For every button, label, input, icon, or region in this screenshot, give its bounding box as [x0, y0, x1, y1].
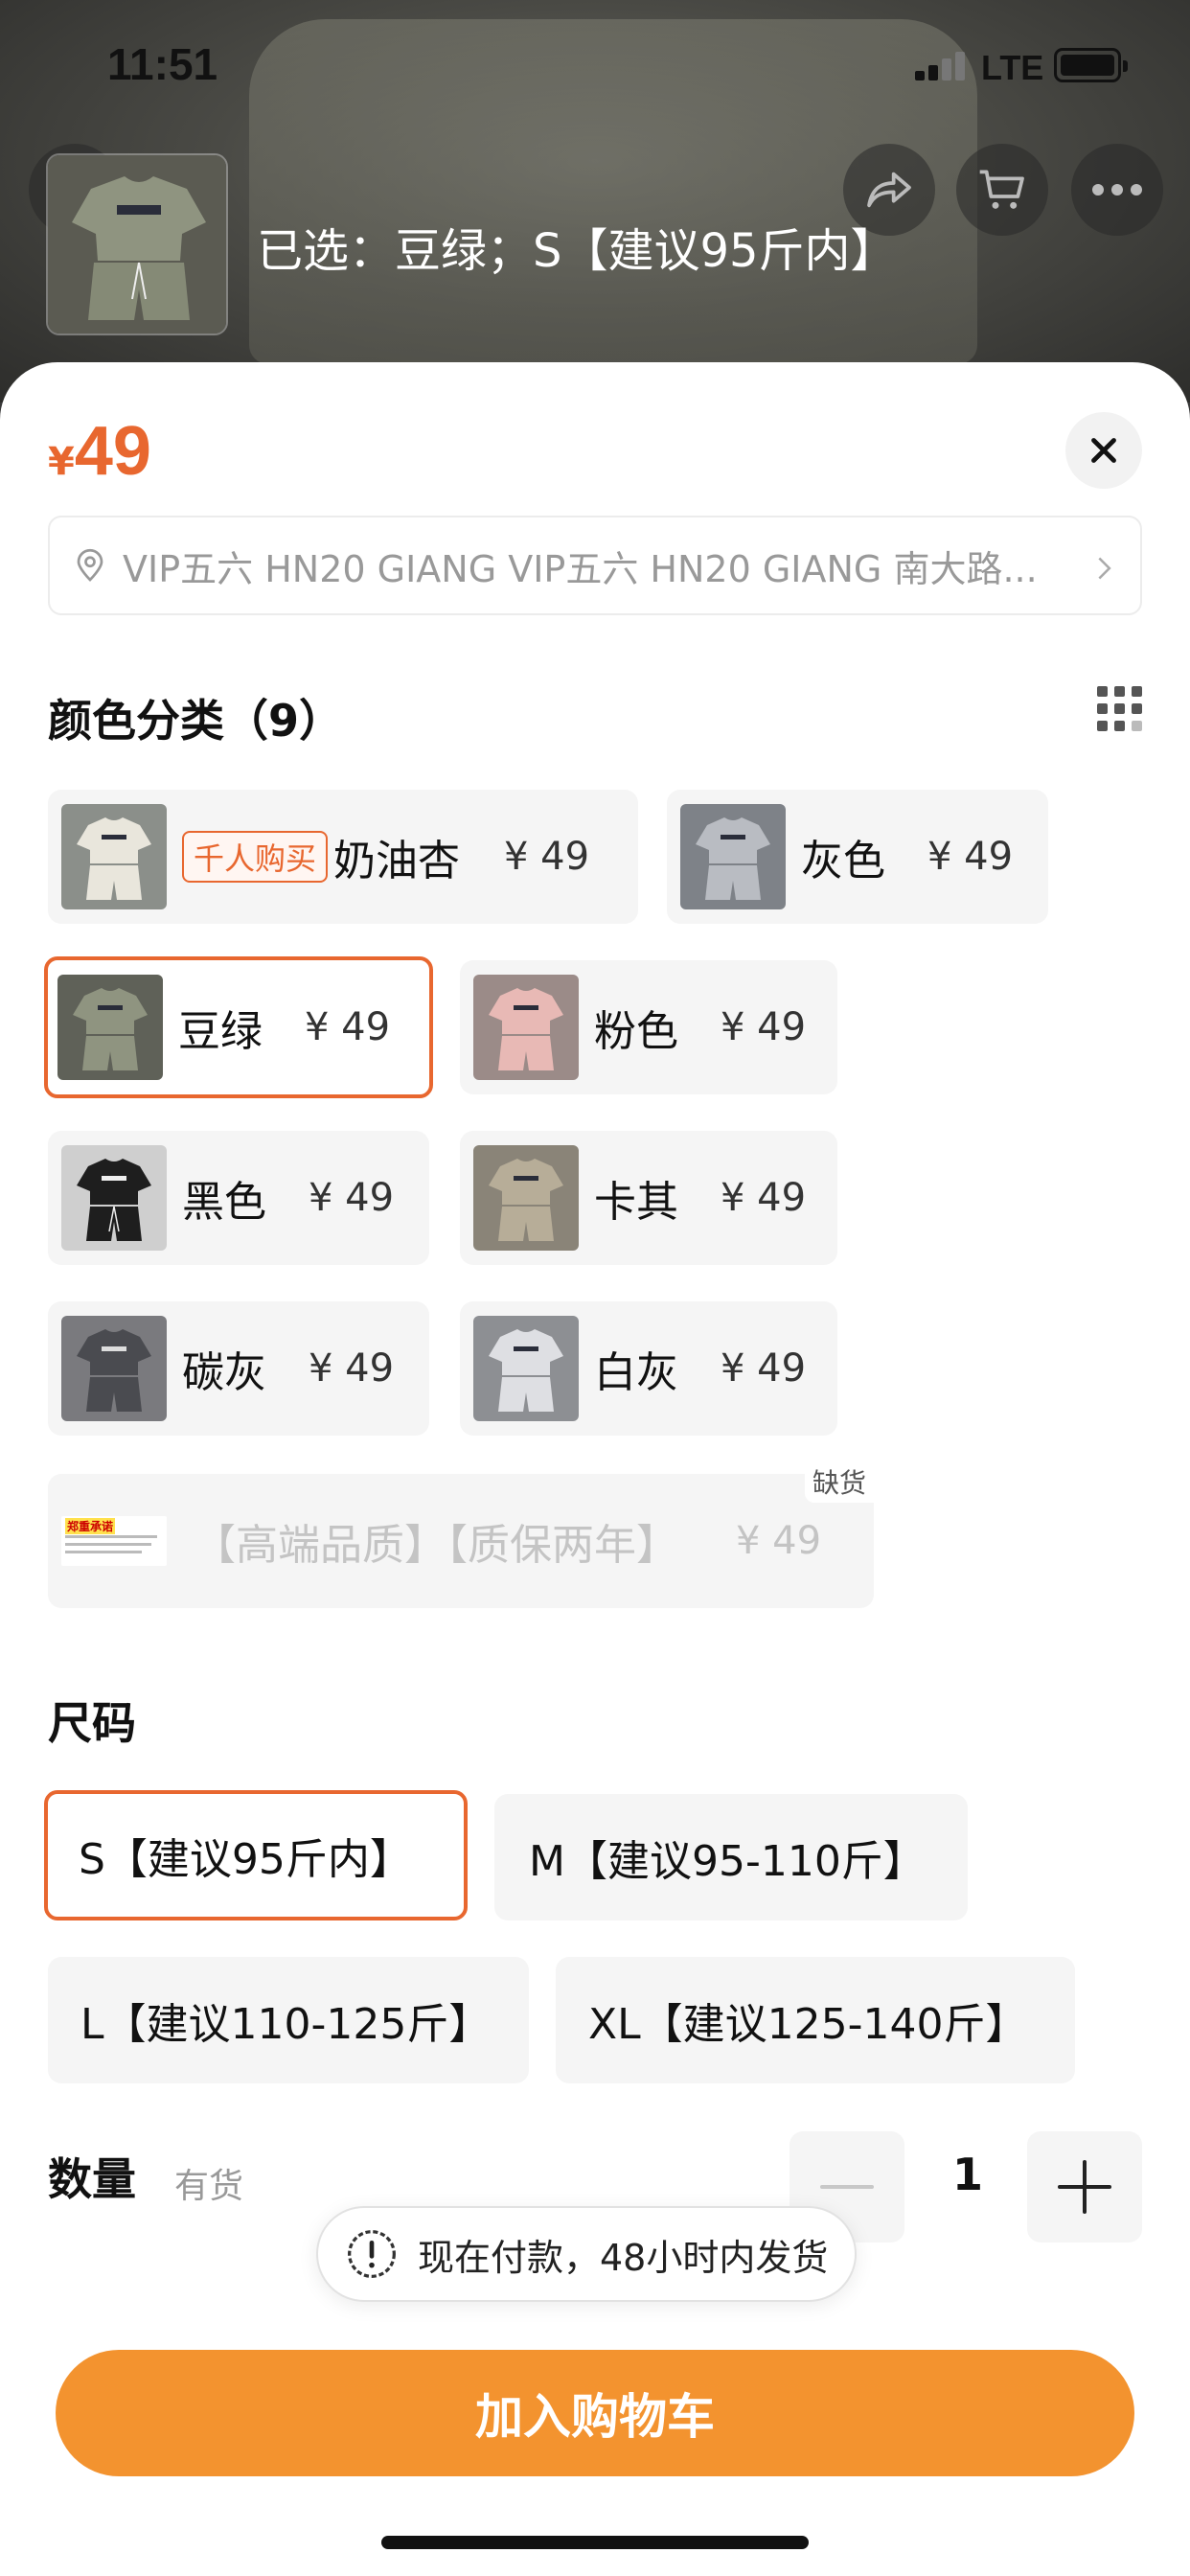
size-option-m[interactable]: M【建议95-110斤】 [494, 1794, 968, 1920]
selected-product-thumbnail[interactable] [46, 153, 228, 335]
color-option-price: ¥ 49 [736, 1519, 822, 1563]
color-option-thumbnail [61, 804, 167, 909]
color-option-label: 豆绿 [178, 1007, 263, 1056]
size-option-xl[interactable]: XL【建议125-140斤】 [556, 1957, 1075, 2083]
color-option-pink[interactable]: 粉色 ¥ 49 [460, 960, 837, 1094]
color-option-price: ¥ 49 [309, 1346, 395, 1391]
color-option-white-gray[interactable]: 白灰 ¥ 49 [460, 1301, 837, 1436]
close-button[interactable] [1065, 412, 1142, 489]
color-option-price: ¥ 49 [309, 1176, 395, 1220]
color-option-charcoal[interactable]: 碳灰 ¥ 49 [48, 1301, 429, 1436]
quantity-label: 数量 [48, 2153, 136, 2205]
selected-variant-text: 已选：豆绿；S【建议95斤内】 [257, 224, 897, 278]
stock-status: 有货 [174, 2167, 244, 2206]
add-to-cart-button[interactable]: 加入购物车 [56, 2350, 1134, 2476]
color-option-cream[interactable]: 千人购买 奶油杏 ¥ 49 [48, 790, 638, 924]
status-time: 11:51 [107, 39, 218, 89]
popularity-badge: 千人购买 [182, 831, 329, 883]
grid-view-icon[interactable] [1097, 686, 1143, 732]
guarantee-thumbnail: 郑重承诺 [61, 1516, 167, 1566]
color-option-label: 卡其 [594, 1178, 678, 1227]
network-type: LTE [981, 48, 1044, 87]
more-button[interactable] [1071, 144, 1163, 236]
home-indicator[interactable] [381, 2536, 809, 2549]
color-option-label: 黑色 [182, 1178, 266, 1227]
battery-icon [1054, 48, 1128, 82]
out-of-stock-tag: 缺货 [804, 1460, 874, 1503]
shipping-toast: 现在付款，48小时内发货 [316, 2206, 858, 2302]
location-pin-icon [77, 548, 103, 582]
color-option-price: ¥ 49 [721, 1346, 807, 1391]
color-option-label: 粉色 [594, 1007, 678, 1056]
status-bar: 11:51 LTE [0, 0, 1190, 125]
color-option-thumbnail [57, 975, 163, 1080]
quantity-increase-button[interactable] [1027, 2131, 1142, 2242]
size-option-s[interactable]: S【建议95斤内】 [44, 1790, 468, 1920]
color-option-label: 白灰 [594, 1348, 678, 1397]
plus-icon [1058, 2160, 1111, 2214]
cart-button[interactable] [956, 144, 1048, 236]
chevron-right-icon [1098, 557, 1111, 580]
price-value: 49 [74, 413, 151, 490]
more-icon [1092, 184, 1142, 196]
exclamation-icon [348, 2230, 396, 2278]
color-option-label: 碳灰 [182, 1348, 266, 1397]
color-option-price: ¥ 49 [721, 1005, 807, 1049]
size-option-l[interactable]: L【建议110-125斤】 [48, 1957, 529, 2083]
color-option-label: 【高端品质】【质保两年】 [194, 1521, 678, 1570]
color-option-bean-green[interactable]: 豆绿 ¥ 49 [44, 956, 433, 1098]
cart-icon [979, 170, 1024, 209]
color-option-thumbnail [61, 1145, 167, 1251]
color-option-quality-guarantee: 郑重承诺 【高端品质】【质保两年】 ¥ 49 缺货 [48, 1460, 874, 1608]
color-option-thumbnail [473, 1145, 579, 1251]
address-text: VIP五六 HN20 GIANG VIP五六 HN20 GIANG 南大路... [123, 547, 1038, 590]
minus-icon [820, 2185, 874, 2189]
color-section-title: 颜色分类（9） [48, 695, 344, 747]
color-option-price: ¥ 49 [504, 835, 590, 879]
color-option-black[interactable]: 黑色 ¥ 49 [48, 1131, 429, 1265]
color-option-label: 奶油杏 [333, 837, 461, 886]
color-option-thumbnail [473, 1316, 579, 1421]
sku-selector-sheet: ¥49 VIP五六 HN20 GIANG VIP五六 HN20 GIANG 南大… [0, 362, 1190, 2576]
color-option-price: ¥ 49 [927, 835, 1014, 879]
color-option-gray[interactable]: 灰色 ¥ 49 [667, 790, 1048, 924]
price-currency: ¥ [48, 440, 75, 484]
signal-icon [915, 50, 969, 80]
color-option-khaki[interactable]: 卡其 ¥ 49 [460, 1131, 837, 1265]
price: ¥49 [48, 412, 151, 491]
close-icon [1091, 438, 1116, 463]
color-option-thumbnail [61, 1316, 167, 1421]
color-option-thumbnail [680, 804, 786, 909]
size-section-title: 尺码 [48, 1697, 136, 1749]
shipping-toast-text: 现在付款，48小时内发货 [418, 2236, 829, 2279]
guarantee-thumbnail-title: 郑重承诺 [65, 1518, 116, 1534]
color-option-thumbnail [473, 975, 579, 1080]
quantity-value[interactable]: 1 [939, 2149, 996, 2200]
share-icon [867, 172, 911, 208]
delivery-address[interactable]: VIP五六 HN20 GIANG VIP五六 HN20 GIANG 南大路... [48, 516, 1142, 615]
color-option-label: 灰色 [801, 837, 885, 886]
color-option-price: ¥ 49 [721, 1176, 807, 1220]
color-option-price: ¥ 49 [305, 1005, 391, 1049]
